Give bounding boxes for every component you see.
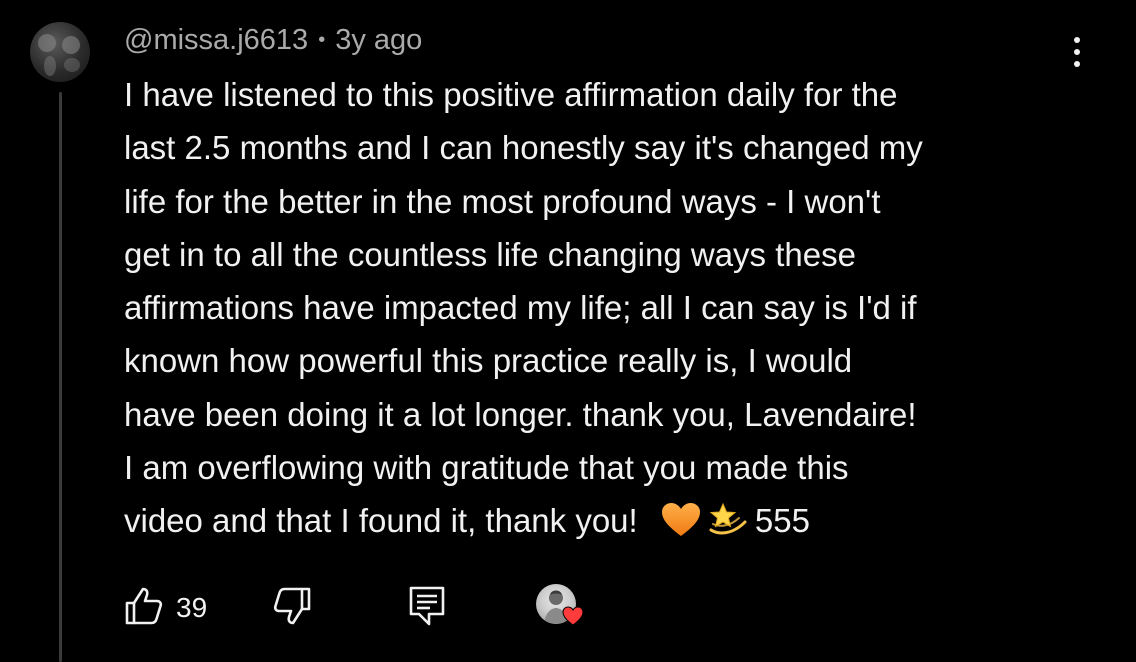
comment-line: affirmations have impacted my life; all …: [124, 289, 917, 327]
comment-line: get in to all the countless life changin…: [124, 235, 856, 273]
more-vertical-icon: [1074, 37, 1080, 43]
comment-line: known how powerful this practice really …: [124, 342, 853, 380]
comment-line: have been doing it a lot longer. thank y…: [124, 395, 917, 433]
thumbs-down-icon: [272, 586, 314, 631]
user-avatar[interactable]: [30, 22, 90, 82]
orange-heart-icon: [661, 500, 701, 553]
comment-line: life for the better in the most profound…: [124, 182, 881, 220]
like-button[interactable]: 39: [122, 586, 208, 631]
more-options-button[interactable]: [1060, 32, 1094, 72]
comment-line: I have listened to this positive affirma…: [124, 76, 898, 113]
dizzy-star-icon: [707, 500, 749, 553]
comment-line: I am overflowing with gratitude that you…: [124, 449, 849, 487]
comment-username[interactable]: @missa.j6613: [124, 24, 308, 57]
creator-heart-badge: [536, 584, 584, 628]
reply-icon: [408, 585, 446, 632]
comment-header: @missa.j6613 • 3y ago: [124, 22, 422, 58]
comment-line: last 2.5 months and I can honestly say i…: [124, 129, 923, 167]
dislike-button[interactable]: [272, 586, 314, 631]
comment-line: video and that I found it, thank you!: [124, 502, 638, 540]
reply-thread-line: [59, 92, 62, 662]
thumbs-up-icon: [122, 586, 164, 631]
comment-timestamp[interactable]: 3y ago: [335, 24, 422, 57]
header-separator: •: [318, 28, 326, 51]
comment-text: I have listened to this positive affirma…: [124, 68, 1084, 554]
like-count: 39: [176, 592, 208, 623]
trailing-text: 555: [754, 502, 810, 540]
reply-button[interactable]: [408, 586, 446, 628]
comment-last-line: video and that I found it, thank you! 55…: [124, 494, 1084, 553]
heart-icon: [562, 606, 584, 631]
